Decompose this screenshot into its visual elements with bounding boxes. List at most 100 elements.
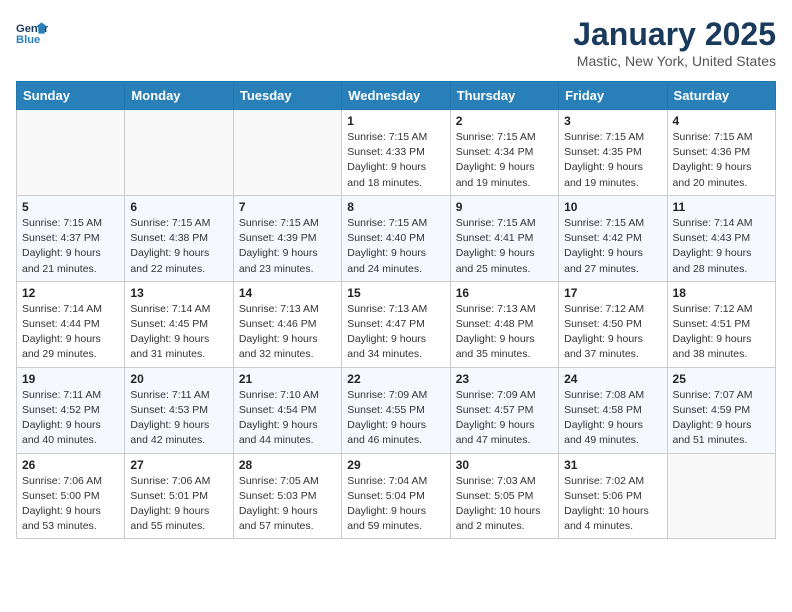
calendar-cell: 30 Sunrise: 7:03 AMSunset: 5:05 PMDayligh… (450, 453, 558, 539)
day-number: 8 (347, 200, 444, 214)
calendar-cell: 9 Sunrise: 7:15 AMSunset: 4:41 PMDaylight… (450, 195, 558, 281)
day-info: Sunrise: 7:15 AMSunset: 4:41 PMDaylight:… (456, 216, 553, 277)
day-info: Sunrise: 7:15 AMSunset: 4:40 PMDaylight:… (347, 216, 444, 277)
day-info: Sunrise: 7:08 AMSunset: 4:58 PMDaylight:… (564, 388, 661, 449)
weekday-header: Friday (559, 82, 667, 110)
day-number: 6 (130, 200, 227, 214)
day-info: Sunrise: 7:07 AMSunset: 4:59 PMDaylight:… (673, 388, 770, 449)
calendar-cell: 20 Sunrise: 7:11 AMSunset: 4:53 PMDayligh… (125, 367, 233, 453)
day-number: 30 (456, 458, 553, 472)
day-info: Sunrise: 7:14 AMSunset: 4:43 PMDaylight:… (673, 216, 770, 277)
day-info: Sunrise: 7:12 AMSunset: 4:51 PMDaylight:… (673, 302, 770, 363)
day-info: Sunrise: 7:15 AMSunset: 4:37 PMDaylight:… (22, 216, 119, 277)
day-number: 22 (347, 372, 444, 386)
day-number: 15 (347, 286, 444, 300)
calendar-cell (17, 110, 125, 196)
day-info: Sunrise: 7:13 AMSunset: 4:46 PMDaylight:… (239, 302, 336, 363)
day-info: Sunrise: 7:06 AMSunset: 5:01 PMDaylight:… (130, 474, 227, 535)
day-number: 11 (673, 200, 770, 214)
calendar-cell: 21Sunrise: 7:10 AMSunset: 4:54 PMDayligh… (233, 367, 341, 453)
calendar-cell: 15Sunrise: 7:13 AMSunset: 4:47 PMDayligh… (342, 281, 450, 367)
day-info: Sunrise: 7:15 AMSunset: 4:39 PMDaylight:… (239, 216, 336, 277)
calendar-table: SundayMondayTuesdayWednesdayThursdayFrid… (16, 81, 776, 539)
logo: General Blue (16, 16, 48, 48)
weekday-header: Monday (125, 82, 233, 110)
day-info: Sunrise: 7:05 AMSunset: 5:03 PMDaylight:… (239, 474, 336, 535)
day-number: 5 (22, 200, 119, 214)
calendar-cell: 4Sunrise: 7:15 AMSunset: 4:36 PMDaylight… (667, 110, 775, 196)
calendar-cell: 7 Sunrise: 7:15 AMSunset: 4:39 PMDaylight… (233, 195, 341, 281)
calendar-cell: 23 Sunrise: 7:09 AMSunset: 4:57 PMDayligh… (450, 367, 558, 453)
page-header: General Blue January 2025 Mastic, New Yo… (16, 16, 776, 69)
day-info: Sunrise: 7:14 AMSunset: 4:44 PMDaylight:… (22, 302, 119, 363)
calendar-cell: 2 Sunrise: 7:15 AMSunset: 4:34 PMDaylight… (450, 110, 558, 196)
day-info: Sunrise: 7:15 AMSunset: 4:34 PMDaylight:… (456, 130, 553, 191)
calendar-cell: 28 Sunrise: 7:05 AMSunset: 5:03 PMDayligh… (233, 453, 341, 539)
month-title: January 2025 (573, 16, 776, 53)
day-number: 9 (456, 200, 553, 214)
day-info: Sunrise: 7:15 AMSunset: 4:38 PMDaylight:… (130, 216, 227, 277)
calendar-cell: 27 Sunrise: 7:06 AMSunset: 5:01 PMDayligh… (125, 453, 233, 539)
day-info: Sunrise: 7:11 AMSunset: 4:53 PMDaylight:… (130, 388, 227, 449)
calendar-cell: 1Sunrise: 7:15 AMSunset: 4:33 PMDaylight… (342, 110, 450, 196)
day-number: 29 (347, 458, 444, 472)
calendar-cell (667, 453, 775, 539)
calendar-cell: 10Sunrise: 7:15 AMSunset: 4:42 PMDayligh… (559, 195, 667, 281)
day-number: 17 (564, 286, 661, 300)
calendar-cell: 11 Sunrise: 7:14 AMSunset: 4:43 PMDayligh… (667, 195, 775, 281)
day-number: 2 (456, 114, 553, 128)
day-info: Sunrise: 7:15 AMSunset: 4:35 PMDaylight:… (564, 130, 661, 191)
day-info: Sunrise: 7:11 AMSunset: 4:52 PMDaylight:… (22, 388, 119, 449)
day-info: Sunrise: 7:09 AMSunset: 4:57 PMDaylight:… (456, 388, 553, 449)
day-number: 21 (239, 372, 336, 386)
day-number: 16 (456, 286, 553, 300)
weekday-header: Sunday (17, 82, 125, 110)
day-number: 7 (239, 200, 336, 214)
day-info: Sunrise: 7:15 AMSunset: 4:36 PMDaylight:… (673, 130, 770, 191)
day-info: Sunrise: 7:04 AMSunset: 5:04 PMDaylight:… (347, 474, 444, 535)
day-number: 28 (239, 458, 336, 472)
calendar-body: 1Sunrise: 7:15 AMSunset: 4:33 PMDaylight… (17, 110, 776, 539)
day-number: 18 (673, 286, 770, 300)
day-info: Sunrise: 7:02 AMSunset: 5:06 PMDaylight:… (564, 474, 661, 535)
calendar-cell: 5 Sunrise: 7:15 AMSunset: 4:37 PMDaylight… (17, 195, 125, 281)
day-number: 25 (673, 372, 770, 386)
day-info: Sunrise: 7:13 AMSunset: 4:48 PMDaylight:… (456, 302, 553, 363)
weekday-header: Saturday (667, 82, 775, 110)
day-number: 12 (22, 286, 119, 300)
day-number: 3 (564, 114, 661, 128)
weekday-header: Tuesday (233, 82, 341, 110)
logo-icon: General Blue (16, 16, 48, 48)
day-number: 13 (130, 286, 227, 300)
day-number: 31 (564, 458, 661, 472)
day-number: 26 (22, 458, 119, 472)
calendar-cell: 17 Sunrise: 7:12 AMSunset: 4:50 PMDayligh… (559, 281, 667, 367)
day-info: Sunrise: 7:12 AMSunset: 4:50 PMDaylight:… (564, 302, 661, 363)
day-info: Sunrise: 7:03 AMSunset: 5:05 PMDaylight:… (456, 474, 553, 535)
day-number: 20 (130, 372, 227, 386)
day-info: Sunrise: 7:06 AMSunset: 5:00 PMDaylight:… (22, 474, 119, 535)
calendar-cell: 22Sunrise: 7:09 AMSunset: 4:55 PMDayligh… (342, 367, 450, 453)
day-info: Sunrise: 7:15 AMSunset: 4:42 PMDaylight:… (564, 216, 661, 277)
calendar-cell: 24 Sunrise: 7:08 AMSunset: 4:58 PMDayligh… (559, 367, 667, 453)
calendar-cell: 29 Sunrise: 7:04 AMSunset: 5:04 PMDayligh… (342, 453, 450, 539)
calendar-header: SundayMondayTuesdayWednesdayThursdayFrid… (17, 82, 776, 110)
calendar-cell: 25 Sunrise: 7:07 AMSunset: 4:59 PMDayligh… (667, 367, 775, 453)
day-info: Sunrise: 7:15 AMSunset: 4:33 PMDaylight:… (347, 130, 444, 191)
calendar-cell: 26 Sunrise: 7:06 AMSunset: 5:00 PMDayligh… (17, 453, 125, 539)
calendar-cell: 8 Sunrise: 7:15 AMSunset: 4:40 PMDaylight… (342, 195, 450, 281)
day-number: 27 (130, 458, 227, 472)
calendar-cell: 16 Sunrise: 7:13 AMSunset: 4:48 PMDayligh… (450, 281, 558, 367)
calendar-cell: 13 Sunrise: 7:14 AMSunset: 4:45 PMDayligh… (125, 281, 233, 367)
calendar-cell: 19Sunrise: 7:11 AMSunset: 4:52 PMDayligh… (17, 367, 125, 453)
calendar-cell: 18 Sunrise: 7:12 AMSunset: 4:51 PMDayligh… (667, 281, 775, 367)
day-number: 24 (564, 372, 661, 386)
weekday-header: Wednesday (342, 82, 450, 110)
calendar-cell (125, 110, 233, 196)
day-info: Sunrise: 7:14 AMSunset: 4:45 PMDaylight:… (130, 302, 227, 363)
calendar-cell: 3 Sunrise: 7:15 AMSunset: 4:35 PMDaylight… (559, 110, 667, 196)
calendar-cell: 14Sunrise: 7:13 AMSunset: 4:46 PMDayligh… (233, 281, 341, 367)
day-number: 23 (456, 372, 553, 386)
calendar-cell (233, 110, 341, 196)
weekday-header: Thursday (450, 82, 558, 110)
